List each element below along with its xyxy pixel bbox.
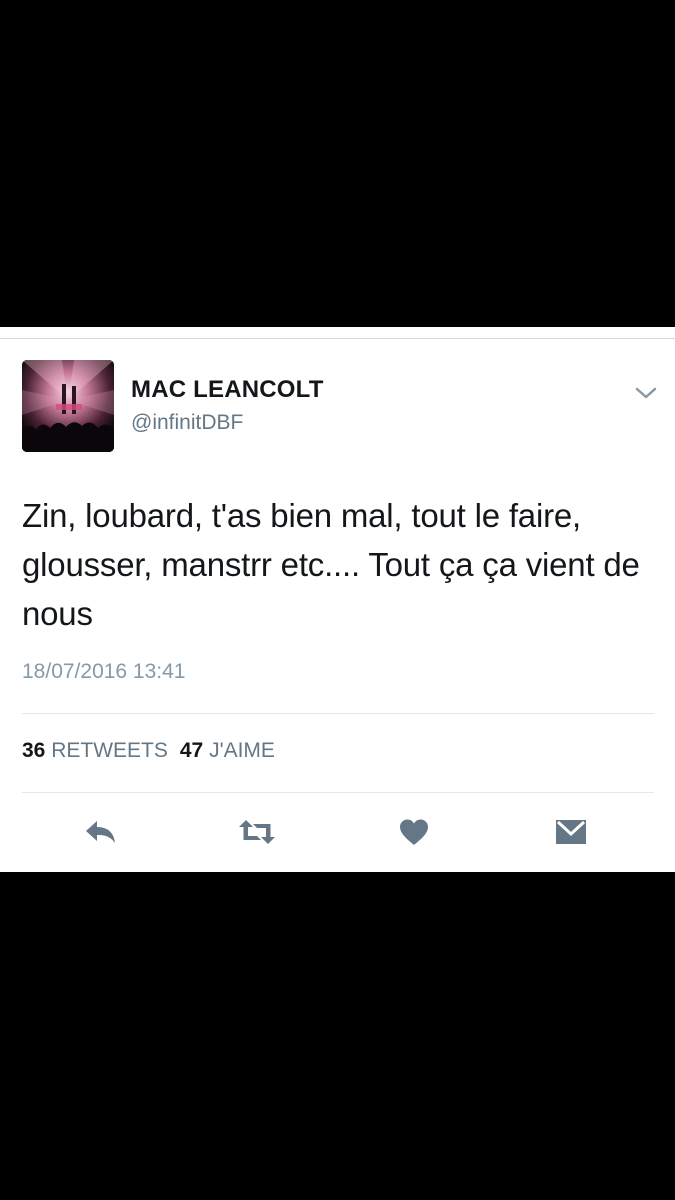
letterbox-top [0,0,675,327]
likes-label: J'AIME [209,739,275,762]
chevron-down-icon[interactable] [632,383,660,403]
like-button[interactable] [394,814,434,850]
display-name[interactable]: MAC LEANCOLT [131,376,324,404]
avatar[interactable] [22,360,114,452]
user-handle[interactable]: @infinitDBF [131,411,243,435]
divider [22,713,654,714]
retweet-icon [239,820,275,844]
likes-stat[interactable]: 47 J'AIME [180,739,275,762]
top-divider [0,338,675,339]
envelope-icon [556,820,586,844]
engagement-stats: 36 RETWEETS 47 J'AIME [22,739,275,763]
letterbox-bottom [0,872,675,1200]
retweets-count: 36 [22,739,46,762]
tweet-text: Zin, loubard, t'as bien mal, tout le fai… [22,497,640,632]
tweet-card: MAC LEANCOLT @infinitDBF Zin, loubard, t… [0,327,675,872]
retweet-button[interactable] [237,814,277,850]
reply-icon [86,821,115,843]
direct-message-button[interactable] [551,814,591,850]
retweets-label: RETWEETS [51,739,168,762]
heart-icon [400,819,428,845]
avatar-image [22,360,114,452]
retweets-stat[interactable]: 36 RETWEETS [22,739,168,762]
reply-button[interactable] [81,814,121,850]
likes-count: 47 [179,739,204,762]
tweet-timestamp[interactable]: 18/07/2016 13:41 [22,660,186,684]
divider [22,792,654,793]
